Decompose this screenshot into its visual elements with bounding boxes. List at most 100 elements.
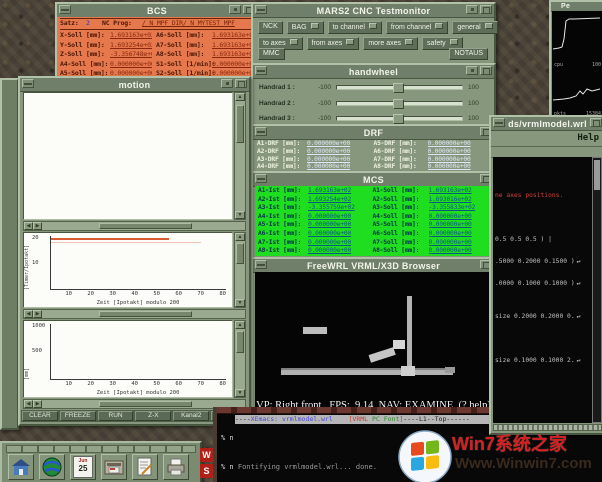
scroll-right-icon[interactable]: ▶ bbox=[33, 310, 42, 318]
slider-thumb[interactable] bbox=[393, 99, 404, 109]
scrollbar-thumb[interactable] bbox=[99, 401, 192, 407]
axis-value: 0.000000e+00 bbox=[212, 60, 254, 68]
editor-window: ds/vrmlmodel.wrl Help ne axes positions. bbox=[489, 115, 602, 435]
browser-globe-icon[interactable] bbox=[39, 454, 65, 480]
minimize-icon[interactable] bbox=[221, 79, 233, 88]
window-menu-icon[interactable] bbox=[255, 5, 267, 14]
line-wrap-icon: ↵ bbox=[577, 258, 581, 265]
editor-line bbox=[495, 335, 592, 346]
mcs-label: A7-Ist [mm]: bbox=[258, 239, 308, 246]
handwheel-slider[interactable] bbox=[336, 116, 463, 121]
horizontal-scrollbar[interactable]: ◀ ▶ bbox=[23, 221, 246, 231]
vertical-scrollbar[interactable]: ▲ ▼ bbox=[234, 232, 246, 308]
scrollbar-thumb[interactable] bbox=[236, 105, 244, 142]
from-axes-menu[interactable]: from axes bbox=[307, 37, 360, 50]
scrollbar-thumb[interactable] bbox=[99, 223, 192, 229]
motion-button[interactable]: Z-X bbox=[135, 411, 171, 421]
vertical-scrollbar[interactable]: ▲ ▼ bbox=[234, 320, 246, 398]
editor-text-area[interactable]: ne axes positions. 0.5 0.5 0.5 ) | .5000… bbox=[493, 157, 592, 423]
scroll-up-icon[interactable]: ▲ bbox=[235, 233, 245, 241]
slider-thumb[interactable] bbox=[393, 114, 404, 124]
notaus-button[interactable]: NOTAUS bbox=[449, 48, 488, 60]
handwheel-slider[interactable] bbox=[336, 101, 463, 106]
window-menu-icon[interactable] bbox=[255, 127, 267, 136]
scrollbar-thumb[interactable] bbox=[594, 160, 600, 190]
maximize-icon[interactable] bbox=[480, 66, 492, 75]
horizontal-scrollbar[interactable]: ◀ ▶ bbox=[23, 309, 246, 319]
scroll-right-icon[interactable]: ▶ bbox=[33, 400, 42, 408]
scroll-down-icon[interactable]: ▼ bbox=[235, 211, 245, 219]
scroll-left-icon[interactable]: ◀ bbox=[24, 400, 33, 408]
mail-icon[interactable] bbox=[101, 454, 127, 480]
mcs-row: A2-Ist [mm]: 1.693254e+02 A2-Soll [mm]: … bbox=[258, 196, 489, 205]
scroll-up-icon[interactable]: ▲ bbox=[235, 93, 245, 101]
handwheel-titlebar[interactable]: handwheel bbox=[253, 65, 494, 79]
calendar-icon[interactable]: Jun 25 bbox=[70, 454, 96, 480]
minimize-icon[interactable] bbox=[229, 5, 241, 14]
vertical-scrollbar[interactable]: ▲ ▼ bbox=[234, 92, 246, 220]
perf-title: Pe bbox=[561, 3, 570, 10]
x-tick: 80 bbox=[204, 291, 226, 298]
slider-thumb[interactable] bbox=[393, 83, 404, 93]
scroll-left-icon[interactable]: ◀ bbox=[24, 222, 33, 230]
motion-canvas bbox=[23, 92, 233, 220]
maximize-icon[interactable] bbox=[590, 118, 602, 127]
scroll-right-icon[interactable]: ▶ bbox=[33, 222, 42, 230]
drf-value: 0.000000e+00 bbox=[428, 148, 491, 155]
drf-title: DRF bbox=[364, 128, 383, 138]
slider-min: -100 bbox=[309, 84, 331, 91]
from-channel-menu[interactable]: from channel bbox=[386, 21, 448, 34]
window-menu-icon[interactable] bbox=[255, 174, 267, 183]
text-note-icon[interactable] bbox=[132, 454, 158, 480]
x-tick: 20 bbox=[72, 291, 94, 298]
scroll-down-icon[interactable]: ▼ bbox=[235, 299, 245, 307]
axis-value: 1.693163e+02 bbox=[110, 31, 152, 39]
handwheel-slider[interactable] bbox=[336, 85, 463, 90]
to-channel-menu[interactable]: to channel bbox=[328, 21, 382, 34]
motion-button[interactable]: Kanal2 bbox=[173, 411, 209, 421]
mars2-titlebar[interactable]: MARS2 CNC Testmonitor bbox=[253, 4, 494, 18]
bag-menu[interactable]: BAG bbox=[287, 21, 324, 34]
minimize-icon[interactable] bbox=[466, 66, 478, 75]
window-menu-icon[interactable] bbox=[255, 66, 267, 75]
minimize-icon[interactable] bbox=[466, 5, 478, 14]
editor-titlebar[interactable]: ds/vrmlmodel.wrl bbox=[491, 117, 602, 131]
editor-line: size 0.1000 0.1000 2.↵ bbox=[495, 357, 592, 368]
scrollbar-thumb[interactable] bbox=[236, 331, 244, 352]
printer-icon[interactable] bbox=[163, 454, 189, 480]
bcs-titlebar[interactable]: BCS bbox=[57, 4, 257, 18]
scroll-down-icon[interactable]: ▼ bbox=[235, 389, 245, 397]
drf-label: A8-DRF [mm]: bbox=[374, 163, 428, 170]
drf-titlebar[interactable]: DRF bbox=[253, 126, 494, 140]
more-axes-menu[interactable]: more axes bbox=[363, 37, 418, 50]
taskbar: Jun 25 bbox=[0, 441, 202, 482]
window-menu-icon[interactable] bbox=[255, 260, 267, 269]
window-menu-icon[interactable] bbox=[22, 79, 34, 88]
editor-scrollbar[interactable] bbox=[592, 157, 602, 423]
window-menu-icon[interactable] bbox=[493, 118, 505, 127]
drf-value: 0.000000e+00 bbox=[307, 156, 370, 163]
scrollbar-thumb[interactable] bbox=[99, 311, 192, 317]
workspace-switcher[interactable] bbox=[6, 445, 196, 453]
scroll-up-icon[interactable]: ▲ bbox=[235, 321, 245, 329]
freewrl-titlebar[interactable]: FreeWRL VRML/X3D Browser bbox=[253, 259, 494, 273]
mcs-row: A4-Ist [mm]: 0.000000e+00 A4-Soll [mm]: … bbox=[258, 213, 489, 222]
motion-button[interactable]: CLEAR bbox=[22, 411, 58, 421]
motion-button[interactable]: FREEZE bbox=[60, 411, 96, 421]
maximize-icon[interactable] bbox=[480, 5, 492, 14]
scrollbar-thumb[interactable] bbox=[236, 243, 244, 264]
nck-button[interactable]: NCK bbox=[258, 21, 283, 34]
window-menu-icon[interactable] bbox=[59, 5, 71, 14]
vrml-viewport[interactable]: VP: Right front FPS: 9.14 NAV: EXAMINE (… bbox=[255, 272, 492, 414]
help-menu[interactable]: Help bbox=[577, 133, 599, 143]
mcs-titlebar[interactable]: MCS bbox=[253, 173, 494, 187]
general-menu[interactable]: general bbox=[452, 21, 497, 34]
motion-button[interactable]: RUN bbox=[98, 411, 134, 421]
mmc-button[interactable]: MMC bbox=[258, 48, 285, 60]
axis-label: Y-Soll [mm]: bbox=[60, 41, 110, 49]
scroll-left-icon[interactable]: ◀ bbox=[24, 310, 33, 318]
maximize-icon[interactable] bbox=[235, 79, 247, 88]
motion-plot2: [mm] 1000 500 1020304050607080 Zeit [Ipo… bbox=[23, 320, 233, 398]
home-icon[interactable] bbox=[8, 454, 34, 480]
motion-titlebar[interactable]: motion bbox=[20, 78, 249, 92]
